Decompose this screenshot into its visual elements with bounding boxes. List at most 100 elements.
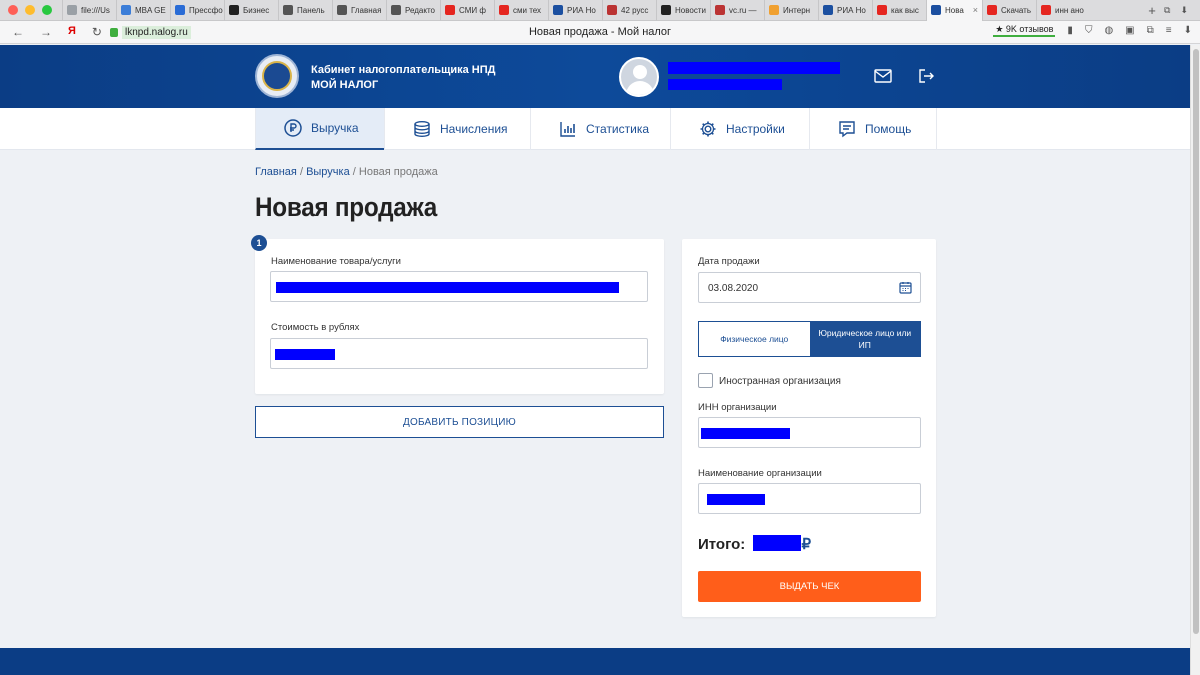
translate-icon[interactable]: ⧉ bbox=[1147, 25, 1154, 36]
browser-tab-active[interactable]: Нова × bbox=[926, 0, 982, 21]
browser-tab[interactable]: MBA GE bbox=[116, 0, 170, 21]
yandex-icon[interactable]: Я bbox=[68, 25, 76, 39]
fns-logo[interactable] bbox=[255, 54, 299, 98]
redacted-user-inn bbox=[668, 79, 782, 90]
browser-tab[interactable]: инн ано bbox=[1036, 0, 1090, 21]
breadcrumb-current: Новая продажа bbox=[358, 166, 438, 178]
currency-sign: ₽ bbox=[801, 536, 812, 553]
browser-tabstrip: file:///Us MBA GE Прессфо Бизнес Панель Главн… bbox=[0, 0, 1200, 21]
browser-tab[interactable]: РИА Но bbox=[548, 0, 602, 21]
browser-tab[interactable]: Панель bbox=[278, 0, 332, 21]
main-menu: Выручка Начисления Статистика Настройки … bbox=[0, 108, 1190, 150]
redacted-item-name bbox=[276, 282, 619, 293]
browser-nav-buttons: ← → Я ↻ bbox=[0, 25, 110, 39]
browser-tab[interactable]: Интерн bbox=[764, 0, 818, 21]
chart-icon bbox=[560, 122, 575, 137]
url-field[interactable]: lknpd.nalog.ru bbox=[110, 25, 410, 39]
download-icon[interactable]: ⬇ bbox=[1180, 5, 1188, 16]
browser-tab[interactable]: 42 русс bbox=[602, 0, 656, 21]
extension-icon[interactable]: ▣ bbox=[1125, 25, 1134, 36]
item-price-input[interactable] bbox=[270, 338, 648, 369]
browser-tab-label: Главная bbox=[351, 5, 382, 15]
browser-tab-label: как выс bbox=[891, 5, 919, 15]
total-amount: Итого: ₽ bbox=[698, 535, 811, 553]
reload-icon[interactable]: ↻ bbox=[92, 25, 102, 39]
fns-icon bbox=[931, 5, 941, 15]
browser-tab[interactable]: РИА Но bbox=[818, 0, 872, 21]
close-tab-icon[interactable]: × bbox=[973, 5, 978, 15]
browser-tab[interactable]: СМИ ф bbox=[440, 0, 494, 21]
sale-date-label: Дата продажи bbox=[698, 256, 760, 267]
item-name-input[interactable] bbox=[270, 271, 648, 302]
browser-tab-label: Нова bbox=[945, 5, 964, 15]
browser-tab-label: file:///Us bbox=[81, 5, 110, 15]
issue-receipt-button[interactable]: ВЫДАТЬ ЧЕК bbox=[698, 571, 921, 602]
browser-address-bar: ← → Я ↻ lknpd.nalog.ru Новая продажа - М… bbox=[0, 21, 1200, 44]
redacted-user-name bbox=[668, 62, 840, 74]
page-scrollbar[interactable] bbox=[1190, 45, 1200, 675]
globe-icon[interactable]: ◍ bbox=[1104, 25, 1113, 36]
breadcrumb-separator: / bbox=[352, 166, 356, 178]
add-position-button[interactable]: ДОБАВИТЬ ПОЗИЦИЮ bbox=[255, 406, 664, 438]
breadcrumb-revenue-link[interactable]: Выручка bbox=[306, 166, 350, 178]
wix-icon bbox=[391, 5, 401, 15]
browser-tab[interactable]: vc.ru — bbox=[710, 0, 764, 21]
close-window-button[interactable] bbox=[8, 5, 18, 15]
browser-tab[interactable]: сми тех bbox=[494, 0, 548, 21]
menu-item-help[interactable]: Помощь bbox=[809, 108, 937, 150]
browser-tab[interactable]: Прессфо bbox=[170, 0, 224, 21]
client-type-legal-entity[interactable]: Юридическое лицо или ИП bbox=[809, 322, 920, 356]
new-tab-button[interactable]: + bbox=[1140, 3, 1164, 18]
minimize-window-button[interactable] bbox=[25, 5, 35, 15]
globe-icon bbox=[823, 5, 833, 15]
foreign-org-checkbox[interactable] bbox=[698, 373, 713, 388]
menu-item-statistics[interactable]: Статистика bbox=[530, 108, 670, 150]
site-footer bbox=[0, 648, 1190, 675]
redacted-org-name bbox=[707, 494, 765, 505]
inn-label: ИНН организации bbox=[698, 402, 777, 413]
inn-input[interactable] bbox=[698, 417, 921, 448]
menu-item-accruals[interactable]: Начисления bbox=[384, 108, 530, 150]
browser-tab[interactable]: Новости bbox=[656, 0, 710, 21]
tabstrip-tools: ⧉ ⬇ bbox=[1164, 5, 1200, 16]
wix-icon bbox=[337, 5, 347, 15]
zoom-window-button[interactable] bbox=[42, 5, 52, 15]
avatar[interactable] bbox=[619, 57, 659, 97]
org-name-input[interactable] bbox=[698, 483, 921, 514]
menu-icon[interactable]: ≡ bbox=[1166, 25, 1172, 36]
browser-tab[interactable]: Скачать bbox=[982, 0, 1036, 21]
m-icon bbox=[661, 5, 671, 15]
client-type-individual[interactable]: Физическое лицо bbox=[699, 322, 810, 356]
forward-arrow-icon[interactable]: → bbox=[40, 25, 52, 39]
file-icon bbox=[67, 5, 77, 15]
shield-icon[interactable]: ⛉ bbox=[1085, 25, 1093, 36]
foreign-org-label[interactable]: Иностранная организация bbox=[719, 376, 841, 387]
menu-item-revenue[interactable]: Выручка bbox=[255, 108, 384, 150]
browser-tab-label: vc.ru — bbox=[729, 5, 757, 15]
sale-date-input[interactable]: 03.08.2020 bbox=[698, 272, 921, 303]
brand-title[interactable]: Кабинет налогоплательщика НПД МОЙ НАЛОГ bbox=[311, 63, 495, 93]
browser-tab[interactable]: Главная bbox=[332, 0, 386, 21]
menu-item-settings[interactable]: Настройки bbox=[670, 108, 809, 150]
breadcrumb: Главная / Выручка / Новая продажа bbox=[255, 166, 438, 178]
scrollbar-thumb[interactable] bbox=[1193, 49, 1199, 634]
download-icon[interactable]: ⬇ bbox=[1184, 25, 1192, 36]
back-arrow-icon[interactable]: ← bbox=[12, 25, 24, 39]
reviews-badge[interactable]: ★ 9K отзывов bbox=[993, 24, 1056, 37]
menu-item-label: Статистика bbox=[586, 122, 650, 136]
calendar-icon[interactable] bbox=[899, 281, 912, 294]
bookmark-icon[interactable]: ▮ bbox=[1067, 25, 1073, 36]
breadcrumb-home-link[interactable]: Главная bbox=[255, 166, 297, 178]
mail-icon[interactable] bbox=[874, 69, 892, 83]
browser-tab[interactable]: Бизнес bbox=[224, 0, 278, 21]
copy-icon[interactable]: ⧉ bbox=[1164, 5, 1170, 16]
browser-tab[interactable]: file:///Us bbox=[62, 0, 116, 21]
logout-icon[interactable] bbox=[918, 69, 936, 83]
yandex-icon bbox=[499, 5, 509, 15]
browser-tab[interactable]: Редакто bbox=[386, 0, 440, 21]
heart-icon bbox=[987, 5, 997, 15]
browser-tab-label: Панель bbox=[297, 5, 325, 15]
page-title: Новая продажа bbox=[255, 192, 437, 222]
browser-tab-label: Интерн bbox=[783, 5, 811, 15]
browser-tab[interactable]: как выс bbox=[872, 0, 926, 21]
